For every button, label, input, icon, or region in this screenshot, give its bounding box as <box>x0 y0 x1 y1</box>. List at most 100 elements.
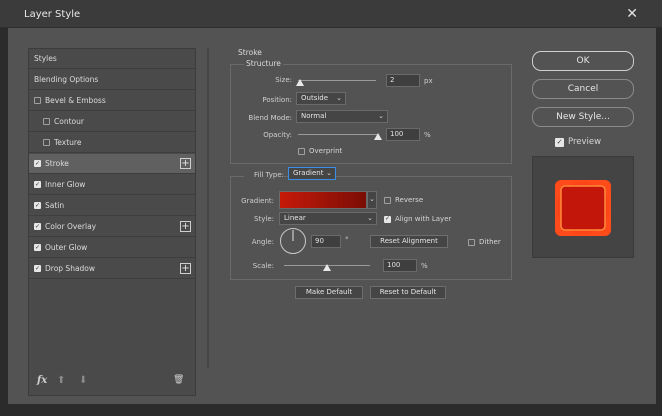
sidebar-item-checkbox[interactable] <box>34 97 41 104</box>
angle-dial[interactable] <box>279 227 307 255</box>
styles-list-footer: fx ⬆ ⬇ 🗑 <box>35 375 191 389</box>
fill-type-label: Fill Type: <box>244 171 284 179</box>
opacity-slider[interactable] <box>298 134 378 135</box>
chevron-down-icon: ⌄ <box>378 112 384 120</box>
add-effect-icon[interactable]: + <box>180 263 191 274</box>
align-with-layer-label: Align with Layer <box>395 215 452 223</box>
opacity-label: Opacity: <box>263 131 292 139</box>
style-preview <box>532 156 634 258</box>
scale-label: Scale: <box>252 262 274 270</box>
scale-unit: % <box>421 262 428 270</box>
sidebar-item-checkbox[interactable]: ✓ <box>34 160 41 167</box>
title-bar: Layer Style ✕ <box>0 0 662 28</box>
preview-thumbnail <box>555 180 611 236</box>
position-value: Outside <box>301 94 329 102</box>
sidebar-item-contour[interactable]: Contour <box>29 112 195 132</box>
reset-alignment-button[interactable]: Reset Alignment <box>370 235 448 248</box>
sidebar-item-label: Drop Shadow <box>45 264 96 273</box>
sidebar-item-styles[interactable]: Styles <box>29 49 195 69</box>
sidebar-item-label: Outer Glow <box>45 243 88 252</box>
cancel-button[interactable]: Cancel <box>532 79 634 99</box>
chevron-down-icon: ⌄ <box>326 169 332 177</box>
sidebar-item-checkbox[interactable] <box>43 118 50 125</box>
scale-slider-thumb[interactable] <box>323 264 331 271</box>
sidebar-item-label: Inner Glow <box>45 180 86 189</box>
blend-mode-select[interactable]: Normal ⌄ <box>296 110 388 123</box>
sidebar-item-outer-glow[interactable]: ✓ Outer Glow <box>29 238 195 258</box>
fx-icon[interactable]: fx <box>37 375 47 386</box>
style-select[interactable]: Linear ⌄ <box>279 212 377 225</box>
scale-input[interactable]: 100 <box>383 259 417 272</box>
sidebar-item-color-overlay[interactable]: ✓ Color Overlay + <box>29 217 195 237</box>
gradient-dropdown-icon[interactable]: ⌄ <box>367 191 377 209</box>
sidebar-item-label: Blending Options <box>34 75 99 84</box>
dither-label: Dither <box>479 238 501 246</box>
opacity-slider-thumb[interactable] <box>374 133 382 140</box>
size-input[interactable]: 2 <box>386 74 420 87</box>
stroke-section-title: Stroke <box>236 48 264 57</box>
style-label: Style: <box>254 215 274 223</box>
sidebar-item-bevel-emboss[interactable]: Bevel & Emboss <box>29 91 195 111</box>
move-down-icon[interactable]: ⬇ <box>79 375 87 386</box>
dialog-title: Layer Style <box>24 9 81 20</box>
sidebar-item-label: Color Overlay <box>45 222 97 231</box>
chevron-down-icon: ⌄ <box>336 94 342 102</box>
overprint-checkbox[interactable]: Overprint <box>298 147 342 155</box>
align-with-layer-box[interactable]: ✓ <box>384 215 391 223</box>
sidebar-item-checkbox[interactable]: ✓ <box>34 223 41 230</box>
sidebar-item-label: Styles <box>34 54 57 63</box>
sidebar-item-satin[interactable]: ✓ Satin <box>29 196 195 216</box>
angle-unit: ° <box>345 236 349 244</box>
structure-title: Structure <box>244 59 283 68</box>
gradient-label: Gradient: <box>241 197 274 205</box>
size-slider[interactable] <box>298 80 376 81</box>
sidebar-item-checkbox[interactable]: ✓ <box>34 181 41 188</box>
reverse-checkbox[interactable]: Reverse <box>384 196 423 204</box>
overprint-box[interactable] <box>298 147 305 155</box>
new-style-button[interactable]: New Style... <box>532 107 634 127</box>
position-select[interactable]: Outside ⌄ <box>296 92 346 105</box>
sidebar-item-texture[interactable]: Texture <box>29 133 195 153</box>
angle-input[interactable]: 90 <box>311 235 341 248</box>
close-icon[interactable]: ✕ <box>626 6 638 22</box>
sidebar-item-label: Bevel & Emboss <box>45 96 106 105</box>
dither-box[interactable] <box>468 238 475 246</box>
size-slider-thumb[interactable] <box>295 79 304 86</box>
reverse-box[interactable] <box>384 196 391 204</box>
sidebar-item-inner-glow[interactable]: ✓ Inner Glow <box>29 175 195 195</box>
sidebar-item-label: Stroke <box>45 159 69 168</box>
sidebar-item-checkbox[interactable]: ✓ <box>34 244 41 251</box>
sidebar-item-drop-shadow[interactable]: ✓ Drop Shadow + <box>29 259 195 279</box>
add-effect-icon[interactable]: + <box>180 158 191 169</box>
blend-mode-value: Normal <box>301 112 327 120</box>
position-label: Position: <box>262 96 292 104</box>
trash-icon[interactable]: 🗑 <box>173 375 184 385</box>
sidebar-item-checkbox[interactable]: ✓ <box>34 202 41 209</box>
sidebar-item-blending-options[interactable]: Blending Options <box>29 70 195 90</box>
sidebar-item-checkbox[interactable]: ✓ <box>34 265 41 272</box>
move-up-icon[interactable]: ⬆ <box>57 375 65 386</box>
fill-type-select[interactable]: Gradient ⌄ <box>288 167 336 180</box>
preview-checkbox[interactable]: ✓ Preview <box>555 137 601 147</box>
size-label: Size: <box>275 76 292 84</box>
add-effect-icon[interactable]: + <box>180 221 191 232</box>
reset-to-default-button[interactable]: Reset to Default <box>370 286 446 299</box>
overprint-label: Overprint <box>309 147 343 155</box>
preview-box[interactable]: ✓ <box>555 137 564 147</box>
dither-checkbox[interactable]: Dither <box>468 238 501 246</box>
sidebar-item-stroke[interactable]: ✓ Stroke + <box>29 154 195 174</box>
preview-label: Preview <box>568 137 602 147</box>
style-value: Linear <box>284 214 306 222</box>
align-with-layer-checkbox[interactable]: ✓ Align with Layer <box>384 215 451 223</box>
sidebar-item-label: Contour <box>54 117 84 126</box>
sidebar-item-checkbox[interactable] <box>43 139 50 146</box>
opacity-input[interactable]: 100 <box>386 128 420 141</box>
make-default-button[interactable]: Make Default <box>295 286 363 299</box>
size-unit: px <box>424 77 433 85</box>
gradient-swatch[interactable] <box>279 191 367 209</box>
fill-type-value: Gradient <box>293 169 324 177</box>
sidebar-item-label: Satin <box>45 201 65 210</box>
blend-mode-label: Blend Mode: <box>248 114 292 122</box>
panel-divider <box>207 48 209 368</box>
ok-button[interactable]: OK <box>532 51 634 71</box>
